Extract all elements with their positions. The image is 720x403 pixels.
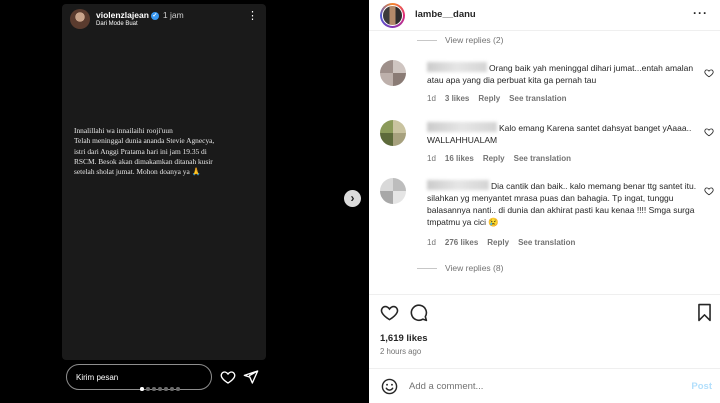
- progress-dot: [140, 387, 144, 391]
- story-username[interactable]: violenzlajean: [96, 10, 149, 20]
- heart-icon[interactable]: [220, 369, 236, 385]
- comment-text-row: Dia cantik dan baik.. kalo memang benar …: [427, 180, 697, 228]
- comment-likes[interactable]: 16 likes: [445, 154, 474, 163]
- story-progress-dots: [140, 387, 180, 391]
- comment-likes[interactable]: 276 likes: [445, 238, 478, 247]
- reply-placeholder: Kirim pesan: [76, 373, 119, 382]
- comment-text-row: Kalo emang Karena santet dahsyat banget …: [427, 122, 697, 146]
- story-avatar[interactable]: [70, 9, 90, 29]
- comment-meta: 1d 16 likes Reply See translation: [427, 154, 580, 163]
- progress-dot: [176, 387, 180, 391]
- view-replies-link[interactable]: View replies (8): [417, 263, 503, 273]
- commenter-avatar[interactable]: [380, 60, 406, 86]
- comment-heart-icon[interactable]: [704, 186, 714, 196]
- progress-dot: [170, 387, 174, 391]
- story-reply-input[interactable]: Kirim pesan: [66, 364, 212, 390]
- add-comment-input[interactable]: Add a comment...: [409, 381, 483, 392]
- reply-button[interactable]: Reply: [483, 154, 505, 163]
- story-text-line: istri dari Anggi Pratama hari ini jam 19…: [74, 146, 207, 156]
- commenter-avatar[interactable]: [380, 178, 406, 204]
- post-time: 2 hours ago: [380, 347, 422, 356]
- blurred-username: [427, 180, 489, 190]
- more-horizontal-icon[interactable]: ···: [693, 6, 708, 20]
- view-replies-label: View replies (2): [445, 35, 504, 45]
- likes-count[interactable]: 1,619 likes: [380, 333, 428, 344]
- story-text: Innalillahi wa innailaihi rooji'uun Tela…: [74, 126, 260, 177]
- comment-text-row: Orang baik yah meninggal dihari jumat...…: [427, 62, 697, 86]
- comment-time: 1d: [427, 154, 436, 163]
- view-replies-link[interactable]: View replies (2): [417, 35, 503, 45]
- progress-dot: [152, 387, 156, 391]
- comment: Orang baik yah meninggal dihari jumat...…: [380, 60, 720, 110]
- comment-likes[interactable]: 3 likes: [445, 94, 469, 103]
- blurred-username: [427, 122, 497, 132]
- reply-button[interactable]: Reply: [487, 238, 509, 247]
- comment: Kalo emang Karena santet dahsyat banget …: [380, 120, 720, 170]
- story-subtitle: Dari Mode Buat: [96, 21, 138, 27]
- add-comment-bar: Add a comment... Post: [369, 368, 720, 403]
- view-replies-label: View replies (8): [445, 263, 504, 273]
- progress-dot: [146, 387, 150, 391]
- story-username-row: violenzlajean ✓ 1 jam: [96, 10, 184, 20]
- bookmark-icon[interactable]: [695, 303, 714, 322]
- progress-dot: [158, 387, 162, 391]
- see-translation-button[interactable]: See translation: [518, 238, 575, 247]
- divider: [417, 268, 437, 270]
- comment-heart-icon[interactable]: [704, 68, 714, 78]
- comment-heart-icon[interactable]: [704, 127, 714, 137]
- story-text-line: RSCM. Besok akan dimakamkan ditanah kusi…: [74, 156, 213, 166]
- post-panel: lambe__danu ··· View replies (2) Orang b…: [369, 0, 720, 403]
- reply-button[interactable]: Reply: [478, 94, 500, 103]
- story-text-line: Innalillahi wa innailaihi rooji'uun: [74, 126, 173, 135]
- story-text-line: setelah sholat jumat. Mohon doanya ya 🙏: [74, 167, 201, 177]
- see-translation-button[interactable]: See translation: [514, 154, 571, 163]
- comment-meta: 1d 276 likes Reply See translation: [427, 238, 584, 247]
- story-header: violenzlajean ✓ 1 jam Dari Mode Buat ⋮: [68, 8, 260, 32]
- post-avatar[interactable]: [380, 3, 405, 28]
- post-comment-button[interactable]: Post: [691, 381, 712, 392]
- comment-time: 1d: [427, 238, 436, 247]
- more-icon[interactable]: ⋮: [247, 11, 258, 22]
- comment-meta: 1d 3 likes Reply See translation: [427, 94, 576, 103]
- blurred-username: [427, 62, 487, 72]
- progress-dot: [164, 387, 168, 391]
- emoji-icon[interactable]: [381, 378, 398, 395]
- story-viewer: violenzlajean ✓ 1 jam Dari Mode Buat ⋮ Inn…: [0, 0, 369, 403]
- send-icon[interactable]: [243, 369, 259, 385]
- post-actions: 1,619 likes 2 hours ago Add a comment...…: [369, 294, 720, 403]
- like-heart-icon[interactable]: [380, 303, 399, 322]
- chevron-right-icon[interactable]: ›: [344, 190, 361, 207]
- story-time: 1 jam: [162, 10, 184, 20]
- see-translation-button[interactable]: See translation: [509, 94, 566, 103]
- comment-time: 1d: [427, 94, 436, 103]
- verified-icon: ✓: [150, 11, 159, 20]
- comment: Dia cantik dan baik.. kalo memang benar …: [380, 178, 720, 253]
- story-card: violenzlajean ✓ 1 jam Dari Mode Buat ⋮ Inn…: [62, 4, 266, 360]
- story-text-line: Telah meninggal dunia ananda Stevie Agne…: [74, 136, 215, 146]
- post-username[interactable]: lambe__danu: [415, 9, 476, 20]
- comment-icon[interactable]: [409, 303, 428, 322]
- commenter-avatar[interactable]: [380, 120, 406, 146]
- post-header: lambe__danu ···: [369, 0, 720, 31]
- divider: [417, 40, 437, 42]
